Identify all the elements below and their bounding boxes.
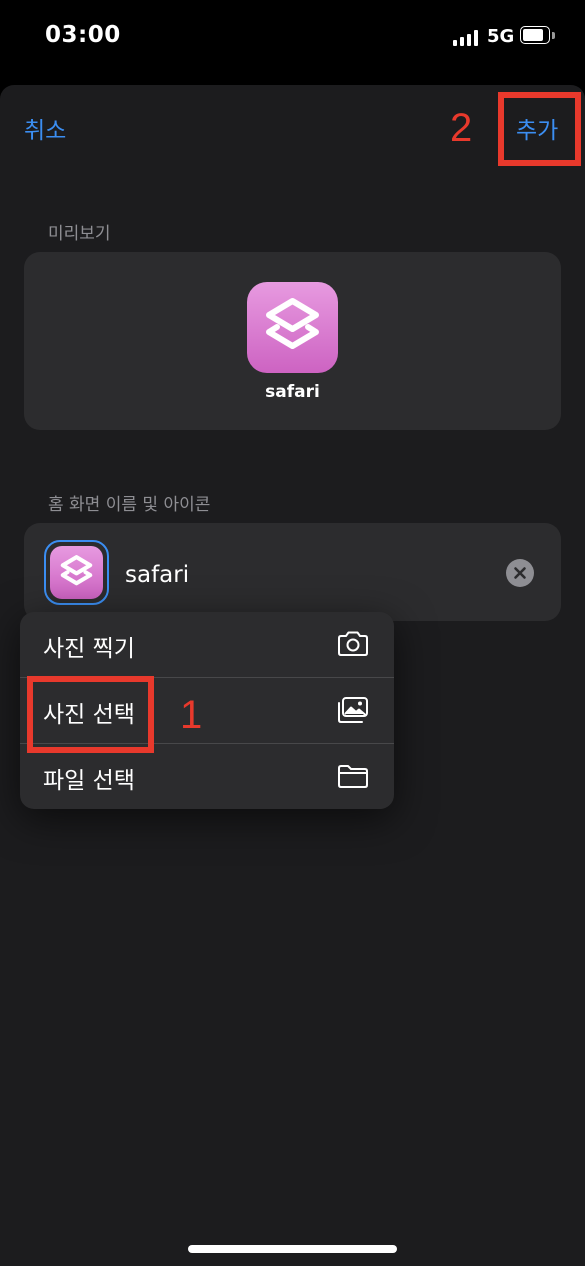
shortcuts-layers-icon [247, 282, 338, 373]
annotation-box-choose-photo [27, 676, 154, 753]
preview-app-name: safari [265, 382, 320, 402]
network-type: 5G [487, 26, 515, 47]
home-indicator [188, 1245, 397, 1253]
menu-item-label: 파일 선택 [43, 768, 135, 794]
menu-item-label: 사진 찍기 [43, 636, 135, 662]
preview-section-label: 미리보기 [48, 224, 111, 244]
battery-icon [520, 26, 556, 46]
menu-item-choose-file[interactable]: 파일 선택 [20, 744, 394, 809]
home-screen-section-label: 홈 화면 이름 및 아이콘 [48, 495, 211, 515]
cellular-signal-icon [453, 30, 479, 46]
menu-item-take-photo[interactable]: 사진 찍기 [20, 612, 394, 677]
shortcuts-layers-icon [50, 546, 103, 599]
cancel-button[interactable]: 취소 [24, 111, 66, 145]
annotation-box-add [498, 92, 581, 166]
photos-icon [338, 697, 368, 723]
status-bar: 03:00 5G [0, 0, 585, 84]
clear-x-icon[interactable] [506, 559, 534, 587]
annotation-number-1: 1 [180, 693, 203, 737]
annotation-number-2: 2 [450, 106, 473, 150]
name-input[interactable] [125, 558, 485, 592]
folder-icon [338, 765, 368, 788]
camera-icon [338, 631, 368, 656]
icon-select-button[interactable] [44, 540, 109, 605]
status-time: 03:00 [45, 22, 121, 48]
